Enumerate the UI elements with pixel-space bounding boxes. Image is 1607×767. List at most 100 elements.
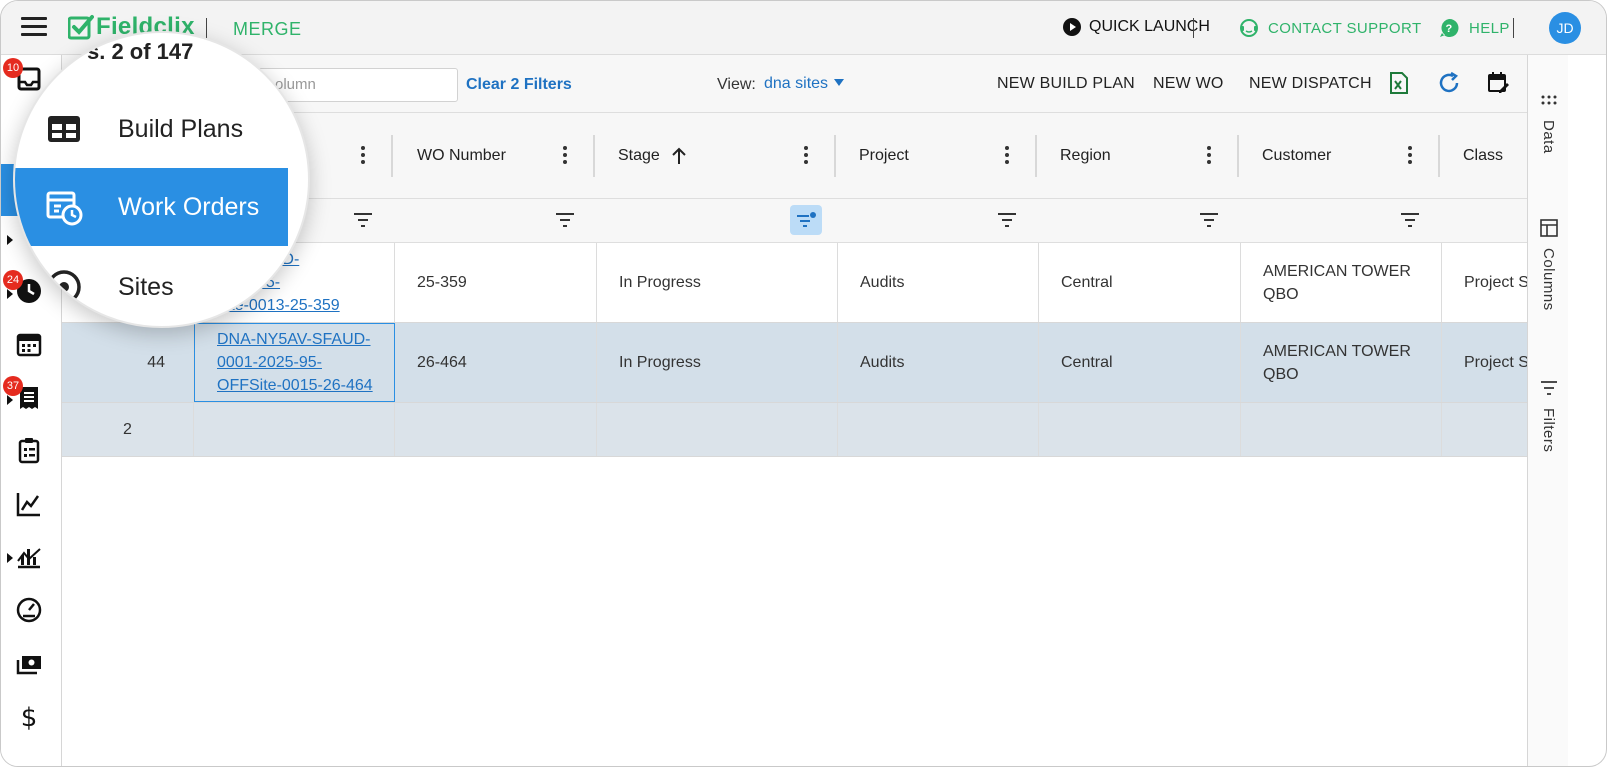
column-header-stage[interactable]: Stage xyxy=(596,113,837,199)
rail-item-dashboard[interactable] xyxy=(15,596,47,628)
menu-item-sites[interactable]: Sites xyxy=(15,248,288,326)
expand-caret-icon[interactable] xyxy=(7,289,13,299)
menu-item-label: Build Plans xyxy=(118,114,244,143)
view-value: dna sites xyxy=(764,75,829,92)
column-header-class[interactable]: Class xyxy=(1441,113,1527,199)
column-header-customer[interactable]: Customer xyxy=(1240,113,1441,199)
filter-icon[interactable] xyxy=(353,212,373,228)
column-resizer[interactable] xyxy=(391,135,393,177)
column-resizer[interactable] xyxy=(1438,135,1440,177)
side-tab-label: Columns xyxy=(1540,248,1557,311)
column-label: WO Number xyxy=(417,147,506,164)
logo-icon xyxy=(68,15,94,40)
column-resizer[interactable] xyxy=(1237,135,1239,177)
user-avatar[interactable]: JD xyxy=(1549,12,1581,44)
column-menu-icon[interactable] xyxy=(1408,146,1412,164)
refresh-icon[interactable] xyxy=(1437,71,1461,95)
caret-down-icon xyxy=(834,79,845,86)
group-total-row: 2 xyxy=(62,403,1527,457)
column-menu-icon[interactable] xyxy=(1207,146,1211,164)
region-cell: Central xyxy=(1039,243,1241,322)
rail-item-calendar[interactable] xyxy=(15,330,47,362)
wo-number-cell: 25-359 xyxy=(395,243,597,322)
column-resizer[interactable] xyxy=(1035,135,1037,177)
divider xyxy=(1193,18,1194,38)
expand-caret-icon[interactable] xyxy=(7,235,13,245)
class-cell: Project S xyxy=(1464,354,1527,371)
excel-export-icon[interactable] xyxy=(1387,71,1411,95)
new-wo-button[interactable]: NEW WO xyxy=(1153,75,1224,93)
expand-caret-icon[interactable] xyxy=(7,553,13,563)
rail-item-pricing[interactable]: $ xyxy=(15,702,47,734)
rail-item-checklists[interactable] xyxy=(15,436,47,468)
filter-icon[interactable] xyxy=(555,212,575,228)
quick-launch-button[interactable]: QUICK LAUNCH xyxy=(1063,18,1210,36)
filter-icon[interactable] xyxy=(1400,212,1420,228)
app-window: Fieldclix MERGE QUICK LAUNCH CONTACT SUP… xyxy=(0,0,1607,767)
name-cell: DNA-NY5AV-SFAUD- 0001-2025-95- OFFSite-0… xyxy=(194,323,395,402)
column-resizer[interactable] xyxy=(593,135,595,177)
inbox-badge: 10 xyxy=(3,58,23,78)
support-icon xyxy=(1240,19,1258,37)
svg-text:?: ? xyxy=(1445,23,1452,35)
menu-item-build-plans[interactable]: Build Plans xyxy=(15,90,288,168)
wo-number-cell: 26-464 xyxy=(395,323,597,402)
empty-cell xyxy=(395,403,597,456)
empty-cell xyxy=(194,403,395,456)
clipboard-icon xyxy=(18,438,40,464)
empty-cell xyxy=(1442,403,1527,456)
new-build-plan-button[interactable]: NEW BUILD PLAN xyxy=(997,75,1135,93)
side-tab-label: Data xyxy=(1540,120,1557,154)
column-header-wo-number[interactable]: WO Number xyxy=(395,113,597,199)
column-header-region[interactable]: Region xyxy=(1038,113,1240,199)
analytics-icon xyxy=(17,548,41,569)
sort-ascending-icon[interactable] xyxy=(671,147,687,165)
clear-filters-link[interactable]: Clear 2 Filters xyxy=(466,76,572,94)
menu-icon[interactable] xyxy=(21,17,47,37)
work-order-icon xyxy=(46,191,83,226)
grid-icon xyxy=(48,116,80,142)
filter-active-icon[interactable] xyxy=(796,212,816,228)
table-row[interactable]: 44 DNA-NY5AV-SFAUD- 0001-2025-95- OFFSit… xyxy=(62,323,1527,403)
menu-item-label: Work Orders xyxy=(118,192,260,221)
rail-item-billing[interactable] xyxy=(15,651,47,683)
forms-badge: 37 xyxy=(3,376,23,396)
column-label: Stage xyxy=(618,147,660,164)
customer-cell: AMERICAN TOWER QBO xyxy=(1241,243,1442,322)
cash-icon xyxy=(16,656,41,675)
menu-item-work-orders[interactable]: Work Orders xyxy=(15,168,288,246)
contact-support-button[interactable]: CONTACT SUPPORT xyxy=(1239,18,1422,38)
dots-grid-icon xyxy=(1541,95,1556,105)
column-menu-icon[interactable] xyxy=(1005,146,1009,164)
project-cell: Audits xyxy=(838,243,1039,322)
view-selector[interactable]: dna sites xyxy=(764,75,845,93)
record-count: s. 2 of 147 xyxy=(87,39,194,64)
play-icon xyxy=(1063,18,1081,36)
empty-cell xyxy=(1241,403,1442,456)
new-dispatch-button[interactable]: NEW DISPATCH xyxy=(1249,75,1372,93)
region-cell: Central xyxy=(1039,323,1241,402)
side-tab-columns[interactable]: Columns xyxy=(1528,219,1569,311)
dollar-icon: $ xyxy=(21,703,38,733)
filter-icon[interactable] xyxy=(997,212,1017,228)
module-name[interactable]: MERGE xyxy=(233,19,302,40)
side-tab-filters[interactable]: Filters xyxy=(1528,379,1569,452)
column-menu-icon[interactable] xyxy=(361,146,365,164)
site-icon xyxy=(47,270,81,304)
help-button[interactable]: ? HELP xyxy=(1439,18,1510,38)
column-menu-icon[interactable] xyxy=(563,146,567,164)
filter-icon[interactable] xyxy=(1199,212,1219,228)
column-label: Customer xyxy=(1262,147,1332,164)
record-link[interactable]: DNA-NY5AV-SFAUD- 0001-2025-95- OFFSite-0… xyxy=(217,328,373,397)
rail-item-analytics[interactable] xyxy=(15,543,47,575)
expand-caret-icon[interactable] xyxy=(7,395,13,405)
column-header-project[interactable]: Project xyxy=(837,113,1038,199)
help-icon: ? xyxy=(1440,18,1459,37)
calendar-edit-icon[interactable] xyxy=(1486,71,1510,95)
column-resizer[interactable] xyxy=(834,135,836,177)
side-tab-data[interactable]: Data xyxy=(1528,91,1569,154)
column-menu-icon[interactable] xyxy=(804,146,808,164)
rail-item-reports[interactable] xyxy=(15,490,47,522)
filter-icon xyxy=(1540,381,1557,395)
row-count-cell: 2 xyxy=(62,403,194,456)
